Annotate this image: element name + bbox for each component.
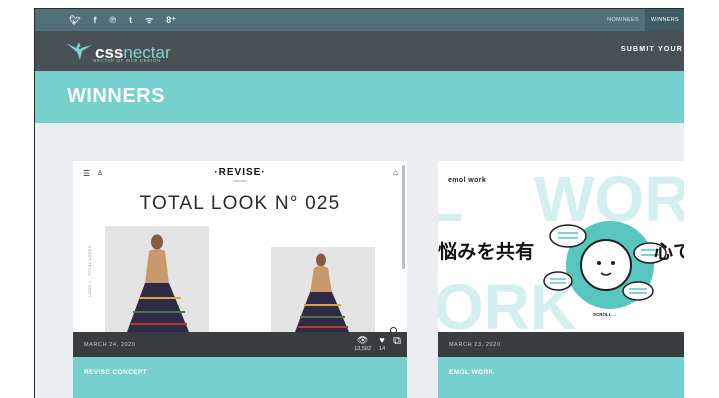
card-footer: MARCH 23, 2020 xyxy=(438,332,684,357)
card-date: MARCH 23, 2020 xyxy=(449,342,501,348)
nav-winners[interactable]: WINNERS xyxy=(644,9,684,31)
card-footer: MARCH 24, 2020 👁︎ 13,502 ♥ 14 ⧉ xyxy=(73,332,407,357)
hummingbird-icon xyxy=(66,42,92,60)
preview-headline-jp-right: 心て xyxy=(654,242,684,263)
top-nav: NOMINEES WINNERS xyxy=(601,9,684,31)
eye-icon: 👁︎ xyxy=(356,335,369,345)
card-stats: 👁︎ 13,502 ♥ 14 ⧉ xyxy=(354,335,401,352)
google-plus-icon[interactable]: 8⁺ xyxy=(166,15,176,25)
preview-brand: ·REVISE· xyxy=(214,167,266,178)
preview-headline: TOTAL LOOK N° 025 xyxy=(139,193,341,214)
submit-link[interactable]: SUBMIT YOUR xyxy=(621,46,683,53)
site-header: cssnectar NECTAR OF WEB DESIGN SUBMIT YO… xyxy=(35,31,684,71)
preview-scrollbar xyxy=(402,165,405,269)
bag-icon: ⌂ xyxy=(393,168,398,177)
heart-icon[interactable]: ♥ xyxy=(379,335,384,346)
preview-vertical-text: LOOK 1 · TOTAL LOOKS xyxy=(88,245,92,297)
svg-text:L: L xyxy=(438,163,463,235)
logo-tagline: NECTAR OF WEB DESIGN xyxy=(93,58,161,63)
nav-nominees[interactable]: NOMINEES xyxy=(601,17,645,23)
likes-stat[interactable]: ♥ 14 xyxy=(379,335,385,352)
winner-card[interactable]: ☰ ♙ ·REVISE· CONCEPT ⌂ TOTAL LOOK N° 025… xyxy=(73,161,407,398)
card-date: MARCH 24, 2020 xyxy=(84,342,136,348)
card-title-bar[interactable]: REVISE CONCEPT xyxy=(73,357,407,398)
preview-scroll-hint: SCROLL → xyxy=(593,312,618,317)
model-photo xyxy=(271,247,375,332)
facebook-icon[interactable]: f xyxy=(93,15,96,25)
browser-viewport: 🐦︎ f ℗ t ᯤ 8⁺ NOMINEES WINNERS cssnectar… xyxy=(34,8,684,398)
page-title: WINNERS xyxy=(67,85,165,107)
external-link-icon[interactable]: ⧉ xyxy=(393,335,401,347)
twitter-icon[interactable]: 🐦︎ xyxy=(69,15,80,25)
pinterest-icon[interactable]: ℗ xyxy=(109,15,116,25)
rss-icon[interactable]: ᯤ xyxy=(145,15,153,25)
card-title-bar[interactable]: EMOL WORK xyxy=(438,357,684,398)
preview-logo: emol work xyxy=(448,177,487,184)
card-preview[interactable]: ☰ ♙ ·REVISE· CONCEPT ⌂ TOTAL LOOK N° 025… xyxy=(73,161,407,332)
social-links: 🐦︎ f ℗ t ᯤ 8⁺ xyxy=(35,15,176,25)
card-title[interactable]: REVISE CONCEPT xyxy=(84,369,147,376)
model-photo xyxy=(105,226,209,332)
tumblr-icon[interactable]: t xyxy=(129,15,132,25)
card-title[interactable]: EMOL WORK xyxy=(449,369,494,376)
preview-headline-jp: 悩みを共有 xyxy=(438,242,535,263)
likes-count: 14 xyxy=(379,346,386,352)
views-stat: 👁︎ 13,502 xyxy=(354,335,371,352)
views-count: 13,502 xyxy=(354,346,372,352)
winner-card[interactable]: WOR L ORK xyxy=(438,161,684,398)
preview-brand-sub: CONCEPT xyxy=(232,179,248,183)
card-preview[interactable]: WOR L ORK xyxy=(438,161,684,332)
page-banner: WINNERS xyxy=(35,71,684,123)
top-bar: 🐦︎ f ℗ t ᯤ 8⁺ NOMINEES WINNERS xyxy=(35,9,684,31)
